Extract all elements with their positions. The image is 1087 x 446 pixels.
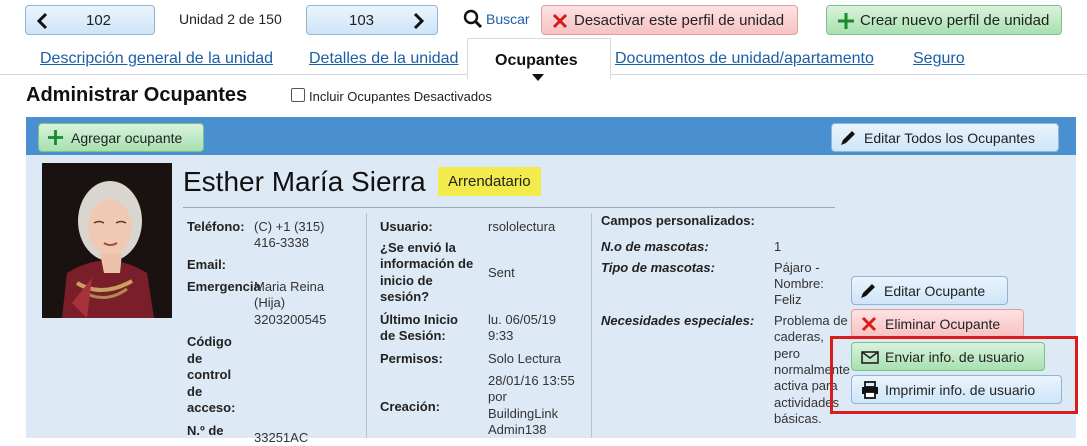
pen-icon [859, 282, 877, 300]
tab-unit-details[interactable]: Detalles de la unidad [309, 50, 458, 68]
unit-position: Unidad 2 de 150 [179, 11, 282, 27]
edit-occupant-label: Editar Ocupante [884, 283, 986, 299]
permissions-label: Permisos: [380, 351, 443, 366]
created-value-3: BuildingLink [488, 406, 559, 421]
access-code-label-3: control [187, 367, 232, 382]
next-unit-label: 103 [349, 12, 375, 29]
email-label: Email: [187, 257, 227, 272]
special-needs-label: Necesidades especiales: [601, 313, 755, 328]
login-sent-label-3: inicio de [380, 273, 433, 288]
phone-label: Teléfono: [187, 219, 245, 234]
delete-occupant-label: Eliminar Ocupante [885, 316, 1001, 332]
edit-all-occupants-button[interactable]: Editar Todos los Ocupantes [831, 123, 1059, 152]
deactivate-unit-button[interactable]: Desactivar este perfil de unidad [541, 5, 798, 35]
occupant-name: Esther María Sierra [183, 166, 426, 197]
print-user-info-button[interactable]: Imprimir info. de usuario [851, 375, 1062, 404]
caret-down-icon [532, 74, 544, 81]
close-icon [552, 13, 568, 29]
login-sent-label-2: información de [380, 256, 474, 271]
last-login-label-2: de Sesión: [380, 328, 446, 343]
pets-count-label: N.o de mascotas: [601, 239, 709, 254]
phone-value-line2: 416-3338 [254, 235, 309, 250]
emergency-value-line1: Maria Reina [254, 279, 325, 294]
prev-unit-button[interactable]: 102 [25, 5, 155, 35]
special-needs-line2: caderas, [774, 329, 824, 344]
tab-insurance[interactable]: Seguro [913, 50, 965, 68]
include-deactivated-checkbox[interactable] [291, 88, 305, 102]
created-label: Creación: [380, 399, 440, 414]
printer-icon [861, 381, 879, 399]
emergency-value-line3: 3203200545 [254, 312, 327, 327]
special-needs-line5: activa para [774, 378, 838, 393]
last-login-label-1: Último Inicio [380, 312, 458, 327]
search-link[interactable]: Buscar [463, 9, 530, 29]
created-value-2: por [488, 389, 507, 404]
pen-icon [839, 129, 857, 147]
special-needs-line3: pero [774, 346, 801, 361]
access-code-label-2: de [187, 351, 203, 366]
occupant-photo [42, 163, 172, 318]
role-badge: Arrendatario [438, 167, 541, 196]
access-code-label-5: acceso: [187, 400, 236, 415]
send-user-info-label: Enviar info. de usuario [885, 349, 1025, 365]
user-label: Usuario: [380, 219, 433, 234]
plus-icon [47, 129, 64, 146]
next-unit-button[interactable]: 103 [306, 5, 438, 35]
add-occupant-button[interactable]: Agregar ocupante [38, 123, 204, 152]
search-label: Buscar [486, 11, 530, 27]
last-login-value-1: lu. 06/05/19 [488, 312, 556, 327]
tab-occupants[interactable]: Ocupantes [467, 38, 611, 81]
pet-type-label: Tipo de mascotas: [601, 260, 715, 275]
pets-count-value: 1 [774, 239, 782, 254]
special-needs-line7: básicas. [774, 411, 822, 426]
pet-type-value-1: Pájaro - [774, 260, 820, 275]
phone-value-line1: (C) +1 (315) [254, 219, 325, 234]
envelope-icon [861, 351, 879, 364]
custom-fields-label: Campos personalizados: [601, 213, 755, 228]
deactivate-label: Desactivar este perfil de unidad [574, 12, 785, 29]
emergency-label: Emergencia [187, 279, 261, 294]
created-value-1: 28/01/16 13:55 [488, 373, 575, 388]
close-icon [861, 316, 877, 332]
page-title: Administrar Ocupantes [26, 84, 248, 106]
edit-occupant-button[interactable]: Editar Ocupante [851, 276, 1008, 305]
tab-documents[interactable]: Documentos de unidad/apartamento [615, 50, 874, 68]
add-occupant-label: Agregar ocupante [71, 130, 183, 146]
number-value: 33251AC [254, 430, 309, 445]
permissions-value: Solo Lectura [488, 351, 561, 366]
name-underline [183, 207, 835, 208]
user-value: rsololectura [488, 219, 556, 234]
pet-type-value-3: Feliz [774, 292, 802, 307]
access-code-label-1: Código [187, 334, 232, 349]
tab-occupants-label: Ocupantes [495, 52, 578, 69]
chevron-left-icon [36, 12, 48, 30]
search-icon [463, 9, 483, 29]
edit-all-label: Editar Todos los Ocupantes [864, 130, 1035, 146]
number-label: N.º de [187, 423, 224, 438]
pet-type-value-2: Nombre: [774, 276, 824, 291]
login-sent-label-1: ¿Se envió la [380, 240, 456, 255]
print-user-info-label: Imprimir info. de usuario [885, 382, 1036, 398]
plus-icon [837, 12, 855, 30]
login-sent-label-4: sesión? [380, 289, 430, 304]
tab-unit-overview[interactable]: Descripción general de la unidad [40, 50, 273, 68]
delete-occupant-button[interactable]: Eliminar Ocupante [851, 309, 1024, 338]
prev-unit-label: 102 [86, 12, 112, 29]
create-label: Crear nuevo perfil de unidad [860, 12, 1050, 29]
created-value-4: Admin138 [488, 422, 547, 437]
access-code-label-4: de [187, 384, 203, 399]
emergency-value-line2: (Hija) [254, 295, 286, 310]
include-deactivated-label: Incluir Ocupantes Desactivados [309, 89, 492, 104]
login-sent-value: Sent [488, 265, 515, 280]
column-divider [591, 213, 592, 438]
create-unit-button[interactable]: Crear nuevo perfil de unidad [826, 5, 1062, 35]
send-user-info-button[interactable]: Enviar info. de usuario [851, 342, 1045, 371]
special-needs-line1: Problema de [774, 313, 848, 328]
column-divider [366, 213, 367, 438]
chevron-right-icon [413, 12, 425, 30]
last-login-value-2: 9:33 [488, 328, 514, 343]
